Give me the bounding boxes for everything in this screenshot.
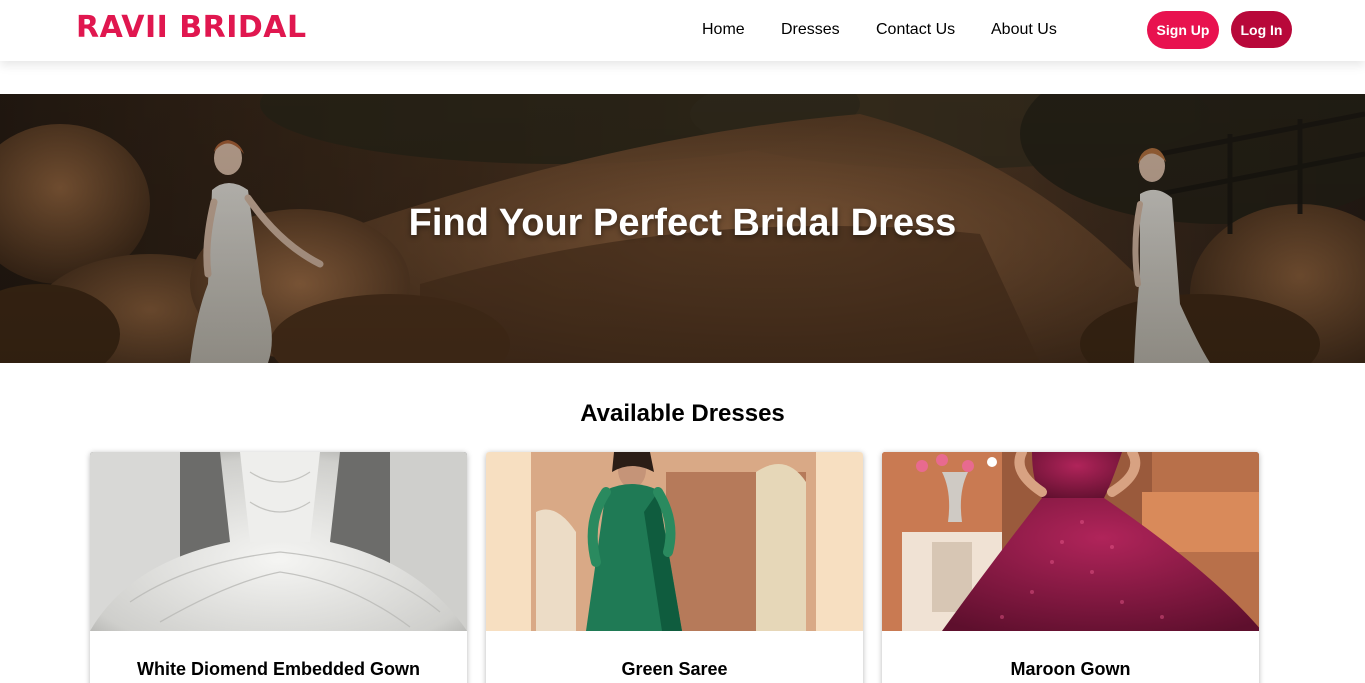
section-title: Available Dresses	[580, 400, 785, 427]
nav-link-about-us[interactable]: About Us	[991, 21, 1057, 39]
green-saree-image	[486, 452, 863, 631]
dress-card[interactable]: Maroon Gown	[882, 452, 1259, 683]
dress-card[interactable]: White Diomend Embedded Gown	[90, 452, 467, 683]
dress-name: Green Saree	[621, 659, 728, 679]
dress-name: White Diomend Embedded Gown	[137, 659, 420, 679]
white-gown-image	[90, 452, 467, 631]
nav-link-home[interactable]: Home	[702, 21, 745, 39]
maroon-gown-image	[882, 452, 1259, 631]
dress-name: Maroon Gown	[1010, 659, 1131, 679]
nav-link-contact-us[interactable]: Contact Us	[876, 21, 955, 39]
hero-title: Find Your Perfect Bridal Dress	[408, 202, 957, 244]
navbar: RAVII BRIDAL Home Dresses Contact Us Abo…	[0, 0, 1365, 61]
log-in-button[interactable]: Log In	[1231, 11, 1292, 48]
nav-link-dresses[interactable]: Dresses	[781, 21, 840, 39]
dress-card[interactable]: Green Saree	[486, 452, 863, 683]
sign-up-button[interactable]: Sign Up	[1147, 11, 1219, 49]
hero-banner: Find Your Perfect Bridal Dress	[0, 94, 1365, 363]
